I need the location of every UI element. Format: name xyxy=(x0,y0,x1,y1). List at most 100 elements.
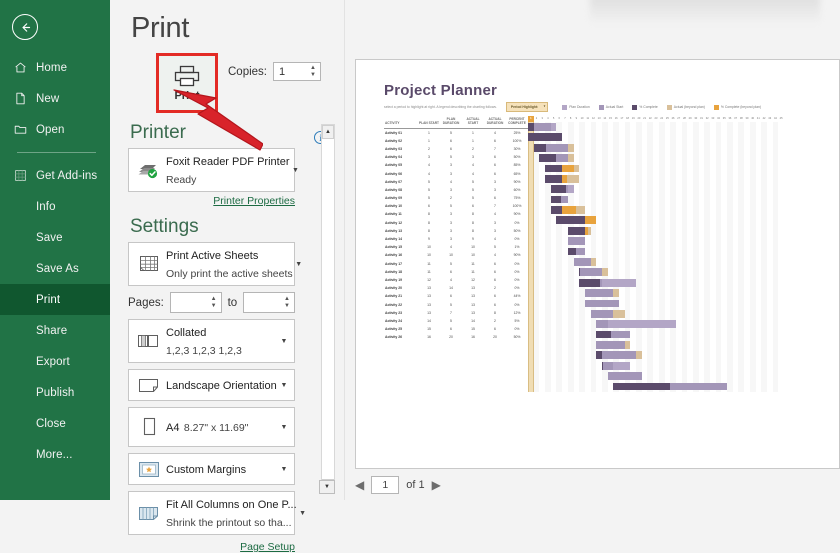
margins-select[interactable]: Custom Margins ▼ xyxy=(128,453,295,485)
sidebar-item-new[interactable]: New xyxy=(0,83,110,114)
back-button[interactable] xyxy=(12,14,38,40)
table-cell: Activity 14 xyxy=(384,235,418,243)
scaling-select[interactable]: Fit All Columns on One P... Shrink the p… xyxy=(128,491,295,535)
bar-actual-beyond-plan xyxy=(613,289,619,297)
sidebar-item-share[interactable]: Share xyxy=(0,315,110,346)
chevron-down-icon[interactable]: ▼ xyxy=(278,338,290,345)
table-row: Activity 2013141320% xyxy=(384,285,528,293)
bar-percent-complete-beyond-plan xyxy=(585,227,588,235)
table-row: Activity 191241260% xyxy=(384,276,528,284)
chevron-down-icon[interactable]: ▼ xyxy=(278,424,290,431)
table-cell: 3 xyxy=(484,219,506,227)
sidebar-item-label: New xyxy=(36,93,59,105)
table-cell: 2 xyxy=(484,285,506,293)
page-setup-link[interactable]: Page Setup xyxy=(128,541,295,553)
chevron-down-icon[interactable]: ▼ xyxy=(289,167,301,174)
sidebar-item-open[interactable]: Open xyxy=(0,114,110,145)
scaling-text: Fit All Columns on One P... Shrink the p… xyxy=(163,495,297,531)
grid-band xyxy=(716,122,722,392)
table-header-row: ACTIVITY PLAN START PLAN DURATION ACTUAL… xyxy=(384,116,528,129)
column-header: PLAN DURATION xyxy=(440,116,462,129)
sidebar-item-label: Save xyxy=(36,232,63,244)
settings-scrollbar[interactable]: ▲ ▼ xyxy=(321,124,335,494)
copies-stepper[interactable]: 1 ▲▼ xyxy=(273,62,321,81)
table-cell: 13 xyxy=(462,309,484,317)
table-cell: Activity 22 xyxy=(384,301,418,309)
print-button-label: Print xyxy=(174,90,199,102)
pages-to-input[interactable]: ▲▼ xyxy=(243,292,295,313)
table-cell: 6 xyxy=(440,326,462,334)
bar-actual-beyond-plan xyxy=(568,154,574,162)
next-page-icon[interactable]: ▶ xyxy=(432,478,441,492)
pages-range-row: Pages: ▲▼ to ▲▼ xyxy=(128,292,295,313)
table-cell: 0% xyxy=(506,326,528,334)
orientation-select[interactable]: Landscape Orientation ▼ xyxy=(128,369,295,401)
table-cell: 4 xyxy=(462,162,484,170)
chevron-down-icon[interactable]: ▼ xyxy=(297,510,309,517)
sidebar-item-export[interactable]: Export xyxy=(0,346,110,377)
copies-value[interactable]: 1 xyxy=(274,63,308,80)
scroll-up-icon[interactable]: ▲ xyxy=(322,125,334,139)
table-cell: 16 xyxy=(462,334,484,342)
chevron-down-icon[interactable]: ▾ xyxy=(544,104,546,108)
chevron-down-icon[interactable]: ▼ xyxy=(278,466,290,473)
legend-swatch xyxy=(632,105,637,110)
copies-spinner-arrows[interactable]: ▲▼ xyxy=(308,63,320,80)
page-count-label: of 1 xyxy=(406,479,424,491)
table-row: Activity 1493940% xyxy=(384,235,528,243)
table-cell: 50% xyxy=(506,154,528,162)
table-cell: 11 xyxy=(418,268,440,276)
sidebar-item-info[interactable]: Info xyxy=(0,191,110,222)
paper-size-icon xyxy=(134,416,163,438)
sidebar-item-close[interactable]: Close xyxy=(0,408,110,439)
pages-from-input[interactable]: ▲▼ xyxy=(170,292,222,313)
table-cell: 5 xyxy=(418,186,440,194)
print-button[interactable]: Print xyxy=(156,53,218,113)
previous-page-icon[interactable]: ◀ xyxy=(355,478,364,492)
table-cell: 5 xyxy=(440,129,462,138)
sidebar-item-print[interactable]: Print xyxy=(0,284,110,315)
pages-from-spinner[interactable]: ▲▼ xyxy=(209,293,221,312)
table-cell: 10 xyxy=(462,244,484,252)
bar-actual-beyond-plan xyxy=(625,341,631,349)
bar-actual-beyond-plan xyxy=(568,144,574,152)
period-highlight-control[interactable]: Period Highlight: ▾ xyxy=(506,102,548,112)
legend-label: Plan Duration xyxy=(569,105,590,109)
table-cell: 50% xyxy=(506,227,528,235)
grid-band xyxy=(750,122,756,392)
chevron-down-icon[interactable]: ▼ xyxy=(278,382,290,389)
table-row: Activity 13838350% xyxy=(384,227,528,235)
table-cell: 3 xyxy=(418,154,440,162)
printer-properties-link[interactable]: Printer Properties xyxy=(128,195,295,207)
sidebar-item-more[interactable]: More... xyxy=(0,439,110,470)
table-cell: Activity 06 xyxy=(384,170,418,178)
sidebar-item-publish[interactable]: Publish xyxy=(0,377,110,408)
table-cell: 5 xyxy=(462,195,484,203)
table-cell: 12% xyxy=(506,309,528,317)
sidebar-item-home[interactable]: Home xyxy=(0,52,110,83)
collation-select[interactable]: Collated 1,2,3 1,2,3 1,2,3 ▼ xyxy=(128,319,295,363)
table-cell: Activity 01 xyxy=(384,129,418,138)
table-cell: 4 xyxy=(484,129,506,138)
table-cell: 13 xyxy=(418,309,440,317)
sidebar-item-save[interactable]: Save xyxy=(0,222,110,253)
legend-item: Actual (beyond plan) xyxy=(667,105,705,110)
table-cell: Activity 20 xyxy=(384,285,418,293)
page-number-input[interactable]: 1 xyxy=(371,476,399,494)
pages-to-spinner[interactable]: ▲▼ xyxy=(282,293,294,312)
sidebar-item-save-as[interactable]: Save As xyxy=(0,253,110,284)
settings-expand-button[interactable]: ▼ xyxy=(319,480,335,494)
chevron-down-icon[interactable]: ▼ xyxy=(293,261,305,268)
bar-actual-beyond-plan xyxy=(636,351,642,359)
orientation-text: Landscape Orientation xyxy=(163,376,278,394)
table-cell: 6 xyxy=(418,203,440,211)
paper-size-select[interactable]: A4 8.27" x 11.69" ▼ xyxy=(128,407,295,447)
sidebar-item-get-add-ins[interactable]: Get Add-ins xyxy=(0,160,110,191)
print-range-select[interactable]: Print Active Sheets Only print the activ… xyxy=(128,242,295,286)
scrollbar-thumb[interactable] xyxy=(322,139,334,479)
sidebar-item-label: Info xyxy=(36,201,56,213)
table-cell: 12 xyxy=(418,276,440,284)
table-cell: 2 xyxy=(462,145,484,153)
copies-label: Copies: xyxy=(228,66,267,78)
printer-select[interactable]: Foxit Reader PDF Printer Ready ▼ xyxy=(128,148,295,192)
